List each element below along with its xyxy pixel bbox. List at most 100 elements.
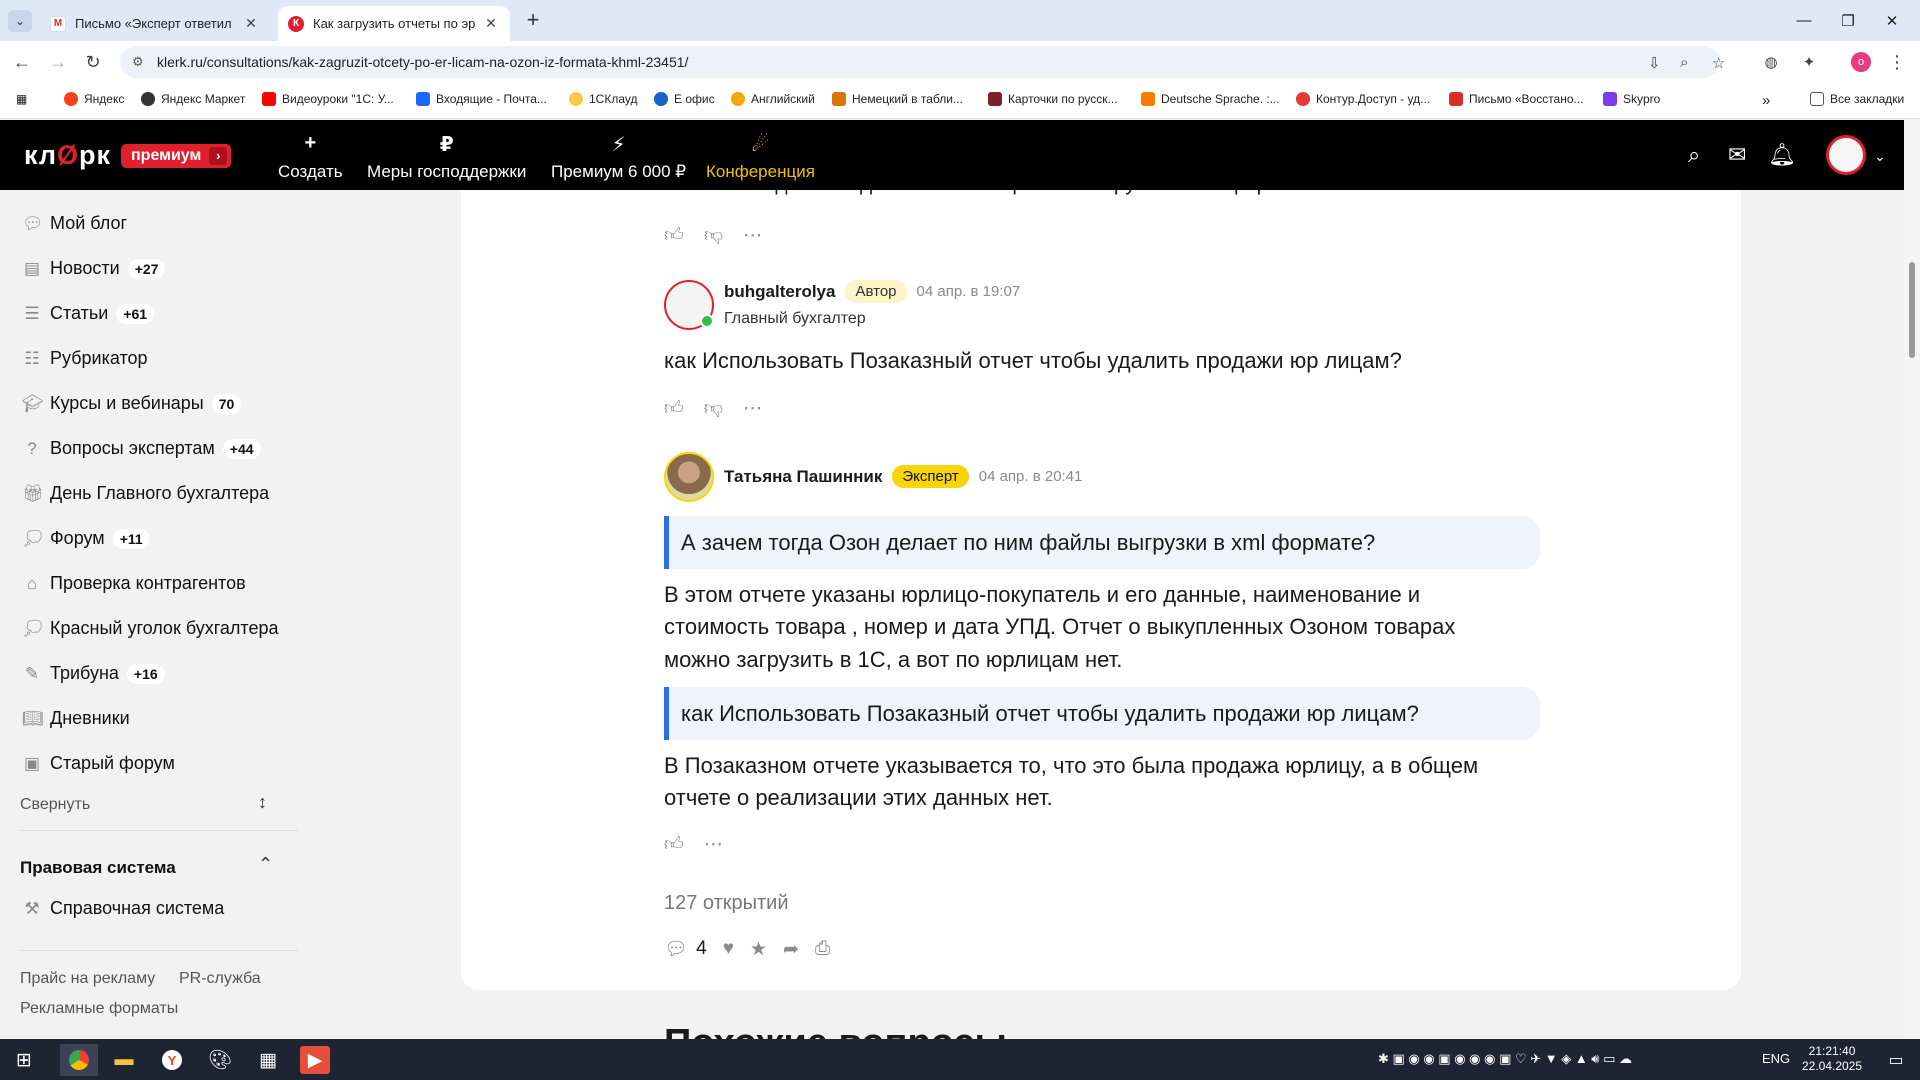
all-bookmarks[interactable]: Все закладки <box>1810 92 1904 106</box>
user-avatar[interactable] <box>1826 135 1866 175</box>
paint-icon[interactable]: 🎨︎ <box>204 1044 236 1076</box>
collapse-sidebar-button[interactable]: Свернуть <box>20 796 90 814</box>
apps-icon[interactable]: ▦ <box>16 92 27 106</box>
sidebar-item-counterparties[interactable]: ⌂ Проверка контрагентов <box>22 573 246 594</box>
sidebar-item-tribune[interactable]: ✎ Трибуна +16 <box>22 663 165 684</box>
more-icon[interactable]: ⋯ <box>743 224 762 247</box>
bookmark-item[interactable]: Видеоуроки "1С: У... <box>262 92 394 106</box>
tab-search-button[interactable]: ⌄ <box>8 10 32 32</box>
windows-start-icon[interactable]: ⊞ <box>8 1044 40 1076</box>
chevron-up-icon[interactable]: ⌃ <box>258 854 273 875</box>
menu-icon[interactable]: ⋮ <box>1884 49 1910 75</box>
thumb-up-icon[interactable]: 👍︎ <box>664 224 684 247</box>
nav-premium[interactable]: ⚡ Премиум 6 000 ₽ <box>551 132 686 182</box>
yandex-browser-icon[interactable]: Y <box>156 1044 188 1076</box>
notifications-icon[interactable]: ▭ <box>1880 1044 1912 1076</box>
sidebar-item-forum[interactable]: 💭︎ Форум +11 <box>22 528 150 549</box>
extensions-icon[interactable]: ✦ <box>1796 49 1822 75</box>
sidebar-item-rubricator[interactable]: ☷ Рубрикатор <box>22 348 147 369</box>
avatar[interactable] <box>664 452 714 502</box>
sidebar-item-red-corner[interactable]: 💭︎ Красный уголок бухгалтера <box>22 618 279 639</box>
book-icon: 📖︎ <box>22 708 44 728</box>
address-bar[interactable]: ⚙ klerk.ru/consultations/kak-zagruzit-ot… <box>120 46 1725 78</box>
star-icon[interactable]: ★ <box>750 938 767 961</box>
more-bookmarks-icon[interactable]: » <box>1762 92 1770 109</box>
anydesk-icon[interactable]: ▶ <box>300 1046 330 1074</box>
more-icon[interactable]: ⋯ <box>704 833 723 856</box>
bookmark-item[interactable]: Письмо «Восстано... <box>1449 92 1584 106</box>
bookmark-item[interactable]: Английский <box>731 92 815 106</box>
back-icon[interactable]: ← <box>9 49 35 75</box>
sidebar-item-old-forum[interactable]: ▣ Старый форум <box>22 753 175 774</box>
legal-system-heading[interactable]: Правовая система <box>20 858 176 878</box>
close-tab-icon[interactable]: ✕ <box>242 15 260 32</box>
bookmark-item[interactable]: Яндекс <box>64 92 124 106</box>
nav-support-measures[interactable]: ₽ Меры господдержки <box>367 132 526 182</box>
sidebar-item-courses[interactable]: 🎓︎ Курсы и вебинары 70 <box>22 393 242 414</box>
nav-create[interactable]: + Создать <box>278 132 343 182</box>
forward-icon[interactable]: → <box>45 49 71 75</box>
thumb-up-icon[interactable]: 👍︎ <box>664 397 684 420</box>
collapse-arrows-icon[interactable]: ↕ <box>258 792 267 813</box>
count-badge: 70 <box>211 393 242 414</box>
browser-tab-klerk[interactable]: К Как загрузить отчеты по эр ли ✕ <box>278 6 510 41</box>
translate-icon[interactable]: ◍ <box>1758 49 1784 75</box>
chevron-down-icon[interactable]: ⌄ <box>1874 148 1886 165</box>
footer-link-ad-formats[interactable]: Рекламные форматы <box>20 1000 178 1018</box>
cloud-icon <box>569 92 583 106</box>
new-tab-button[interactable]: + <box>520 8 546 34</box>
sidebar-item-news[interactable]: ▤ Новости +27 <box>22 258 166 279</box>
scrollbar[interactable] <box>1904 120 1920 1039</box>
close-window-button[interactable]: ✕ <box>1864 0 1920 41</box>
sidebar-item-chief-day[interactable]: 🎁︎ День Главного бухгалтера <box>22 483 269 504</box>
bookmark-item[interactable]: Входящие - Почта... <box>416 92 547 106</box>
mail-icon[interactable]: ✉ <box>1728 142 1746 168</box>
bookmark-item[interactable]: Skypro <box>1603 92 1660 106</box>
blogger-icon <box>1141 92 1155 106</box>
profile-button[interactable]: o <box>1848 49 1874 75</box>
nav-conference[interactable]: ☄ Конференция <box>706 132 815 182</box>
bookmark-item[interactable]: Контур.Доступ - уд... <box>1296 92 1430 106</box>
sidebar-item-diaries[interactable]: 📖︎ Дневники <box>22 708 130 729</box>
sidebar-item-blog[interactable]: 💬︎ Мой блог <box>22 213 127 234</box>
premium-badge[interactable]: премиум › <box>121 144 232 168</box>
site-info-icon[interactable]: ⚙ <box>132 54 144 70</box>
username[interactable]: buhgalterolya <box>724 282 835 302</box>
browser-tab-gmail[interactable]: M Письмо «Эксперт ответил на в ✕ <box>40 6 270 41</box>
bookmark-item[interactable]: Карточки по русск... <box>988 92 1118 106</box>
scrollbar-thumb[interactable] <box>1909 262 1915 358</box>
reload-icon[interactable]: ↻ <box>80 49 106 75</box>
install-icon[interactable]: ⇩ <box>1648 54 1661 72</box>
thumb-up-icon[interactable]: 👍︎ <box>664 833 684 856</box>
footer-link-ad-price[interactable]: Прайс на рекламу <box>20 970 155 988</box>
bookmark-star-icon[interactable]: ☆ <box>1712 54 1725 72</box>
share-icon[interactable]: ➦ <box>783 938 799 961</box>
username[interactable]: Татьяна Пашинник <box>724 467 882 487</box>
sidebar-item-experts[interactable]: ? Вопросы экспертам +44 <box>22 438 261 459</box>
bookmark-item[interactable]: 1СКлауд <box>569 92 637 106</box>
heart-icon[interactable]: ♥ <box>723 938 734 960</box>
comment-icon[interactable]: 💬︎ <box>664 937 688 961</box>
site-logo[interactable]: клØрк <box>24 140 111 171</box>
search-icon[interactable]: ⌕ <box>1688 142 1700 168</box>
tray-icons[interactable]: ✱ ▣ ◉ ◉ ▣ ◉ ◉ ◉ ▣ ♡ ✈ ▼ ◈ ▲ 🔊︎ ▭ ☁ <box>1378 1051 1632 1067</box>
calculator-icon[interactable]: ▦ <box>252 1044 284 1076</box>
footer-link-pr[interactable]: PR-служба <box>179 970 261 988</box>
more-icon[interactable]: ⋯ <box>743 397 762 420</box>
thumb-down-icon[interactable]: 👎︎ <box>704 397 723 420</box>
bookmark-item[interactable]: Е офис <box>654 92 715 106</box>
bookmark-item[interactable]: Яндекс Маркет <box>141 92 245 106</box>
sidebar-item-reference[interactable]: ⚒ Справочная система <box>22 898 224 919</box>
chrome-icon[interactable] <box>60 1044 98 1076</box>
print-icon[interactable]: ⎙ <box>815 938 830 960</box>
bookmark-item[interactable]: Немецкий в табли... <box>832 92 963 106</box>
language-indicator[interactable]: ENG <box>1762 1051 1790 1066</box>
clock[interactable]: 21:21:40 22.04.2025 <box>1802 1044 1862 1074</box>
thumb-down-icon[interactable]: 👎︎ <box>704 224 723 247</box>
bell-icon[interactable]: 🔔︎ <box>1768 142 1796 168</box>
sidebar-item-articles[interactable]: ☰ Статьи +61 <box>22 303 155 324</box>
bookmark-item[interactable]: Deutsche Sprache. :... <box>1141 92 1280 106</box>
close-tab-icon[interactable]: ✕ <box>482 15 500 32</box>
zoom-icon[interactable]: ⌕ <box>1680 54 1688 71</box>
file-explorer-icon[interactable]: ▬ <box>108 1044 140 1076</box>
